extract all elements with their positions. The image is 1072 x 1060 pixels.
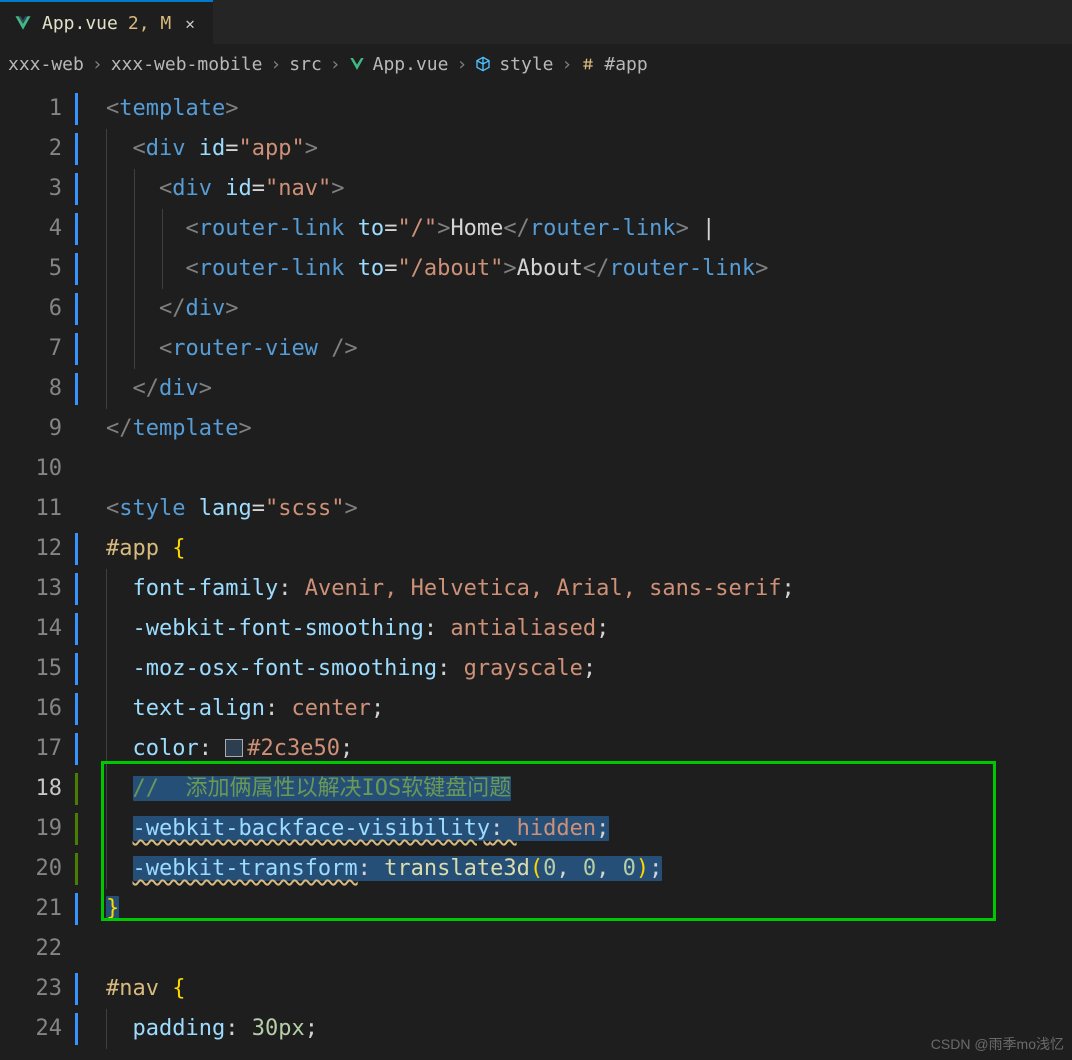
vue-icon (14, 14, 32, 32)
chevron-right-icon: › (562, 54, 573, 75)
line-number: 18 (0, 769, 80, 809)
code-line: -moz-osx-font-smoothing: grayscale; (80, 649, 1072, 689)
line-number: 15 (0, 649, 80, 689)
breadcrumb-segment[interactable]: xxx-web-mobile (111, 54, 263, 75)
code-editor[interactable]: 1 2 3 4 5 6 7 8 9 10 11 12 13 14 15 16 1… (0, 84, 1072, 1060)
line-number: 7 (0, 329, 80, 369)
line-number: 17 (0, 729, 80, 769)
color-swatch[interactable] (225, 739, 243, 757)
code-line: <div id="app"> (80, 129, 1072, 169)
breadcrumb-segment[interactable]: App.vue (373, 54, 449, 75)
code-line (80, 449, 1072, 489)
watermark-text: CSDN @雨季mo浅忆 (931, 1034, 1064, 1054)
line-number: 16 (0, 689, 80, 729)
code-line: #nav { (80, 969, 1072, 1009)
code-line: </div> (80, 289, 1072, 329)
tab-modified-marker: 2, M (128, 13, 171, 34)
code-line: </div> (80, 369, 1072, 409)
code-line: -webkit-backface-visibility: hidden; (80, 809, 1072, 849)
code-line: <router-view /> (80, 329, 1072, 369)
vue-icon (349, 56, 365, 72)
line-number-gutter: 1 2 3 4 5 6 7 8 9 10 11 12 13 14 15 16 1… (0, 84, 80, 1060)
line-number: 19 (0, 809, 80, 849)
code-line: // 添加俩属性以解决IOS软键盘问题 (80, 769, 1072, 809)
line-number: 23 (0, 969, 80, 1009)
line-number: 12 (0, 529, 80, 569)
tab-filename: App.vue (42, 13, 118, 34)
line-number: 13 (0, 569, 80, 609)
code-line: color: #2c3e50; (80, 729, 1072, 769)
code-line: <div id="nav"> (80, 169, 1072, 209)
chevron-right-icon: › (92, 54, 103, 75)
line-number: 6 (0, 289, 80, 329)
line-number: 21 (0, 889, 80, 929)
code-content[interactable]: <template> <div id="app"> <div id="nav">… (80, 84, 1072, 1060)
tab-bar-empty (213, 0, 1072, 44)
code-line (80, 929, 1072, 969)
code-line: font-family: Avenir, Helvetica, Arial, s… (80, 569, 1072, 609)
code-line: </template> (80, 409, 1072, 449)
tab-bar: App.vue 2, M ✕ (0, 0, 1072, 44)
code-line: text-align: center; (80, 689, 1072, 729)
hash-icon (580, 56, 596, 72)
breadcrumb-segment[interactable]: src (289, 54, 322, 75)
code-line: -webkit-font-smoothing: antialiased; (80, 609, 1072, 649)
cube-icon (475, 56, 491, 72)
code-line: <style lang="scss"> (80, 489, 1072, 529)
breadcrumb: xxx-web › xxx-web-mobile › src › App.vue… (0, 44, 1072, 84)
chevron-right-icon: › (330, 54, 341, 75)
chevron-right-icon: › (456, 54, 467, 75)
line-number: 22 (0, 929, 80, 969)
code-line: padding: 30px; (80, 1009, 1072, 1049)
line-number: 2 (0, 129, 80, 169)
breadcrumb-segment[interactable]: style (499, 54, 553, 75)
code-line: #app { (80, 529, 1072, 569)
line-number: 3 (0, 169, 80, 209)
line-number: 11 (0, 489, 80, 529)
line-number: 1 (0, 89, 80, 129)
line-number: 8 (0, 369, 80, 409)
line-number: 24 (0, 1009, 80, 1049)
breadcrumb-segment[interactable]: #app (604, 54, 647, 75)
line-number: 9 (0, 409, 80, 449)
chevron-right-icon: › (270, 54, 281, 75)
line-number: 10 (0, 449, 80, 489)
code-line: -webkit-transform: translate3d(0, 0, 0); (80, 849, 1072, 889)
code-line: <router-link to="/about">About</router-l… (80, 249, 1072, 289)
line-number: 4 (0, 209, 80, 249)
code-line: <router-link to="/">Home</router-link> | (80, 209, 1072, 249)
code-line: <template> (80, 89, 1072, 129)
editor-tab[interactable]: App.vue 2, M ✕ (0, 0, 213, 44)
close-icon[interactable]: ✕ (181, 14, 199, 33)
line-number: 20 (0, 849, 80, 889)
line-number: 5 (0, 249, 80, 289)
code-line: } (80, 889, 1072, 929)
line-number: 14 (0, 609, 80, 649)
breadcrumb-segment[interactable]: xxx-web (8, 54, 84, 75)
